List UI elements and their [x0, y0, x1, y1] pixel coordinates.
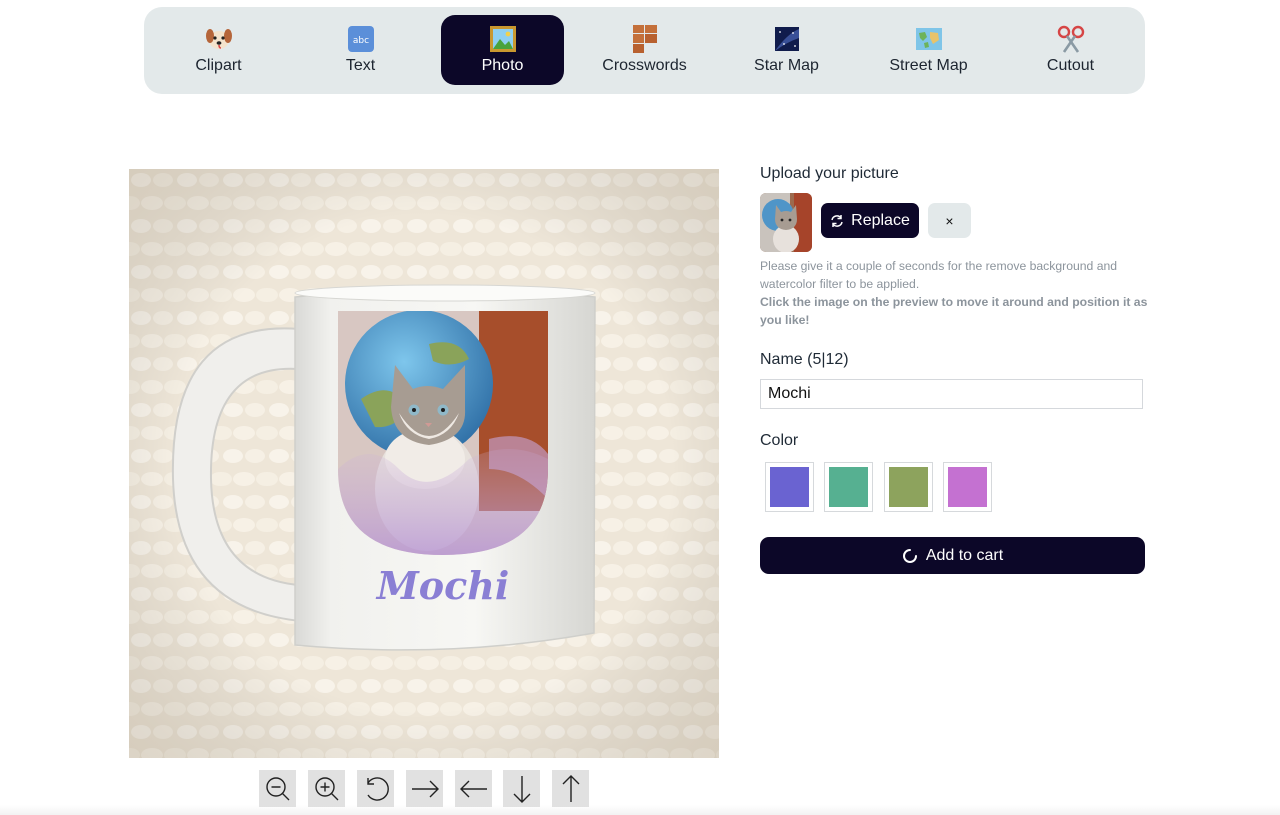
color-swatch-olive[interactable] [884, 462, 933, 512]
tab-label: Cutout [1046, 57, 1095, 74]
tab-clipart[interactable]: Clipart [157, 15, 280, 85]
design-type-tabs: Clipart abc Text Photo Crosswords Star M… [144, 7, 1145, 94]
color-swatch-teal[interactable] [824, 462, 873, 512]
abc-icon: abc [347, 26, 374, 52]
tab-label: Street Map [889, 57, 968, 74]
add-to-cart-button[interactable]: Add to cart [760, 537, 1145, 574]
bricks-icon [632, 25, 657, 53]
tab-label: Text [345, 57, 376, 74]
zoom-in-button[interactable] [308, 770, 345, 807]
move-up-button[interactable] [552, 770, 589, 807]
upload-note-bold: Click the image on the preview to move i… [760, 295, 1148, 327]
arrow-up-icon [562, 774, 579, 802]
tab-photo[interactable]: Photo [441, 15, 564, 85]
add-to-cart-label: Add to cart [925, 546, 1004, 564]
zoom-out-icon [265, 776, 289, 800]
tab-label: Star Map [754, 57, 819, 74]
move-down-button[interactable] [503, 770, 540, 807]
night-sky-icon [774, 27, 799, 51]
zoom-in-icon [314, 776, 338, 800]
uploaded-photo-print[interactable] [338, 310, 548, 557]
upload-note-text: Please give it a couple of seconds for t… [760, 259, 1118, 291]
world-map-icon [915, 28, 942, 50]
tab-cutout[interactable]: Cutout [1009, 15, 1132, 85]
upload-note: Please give it a couple of seconds for t… [760, 257, 1150, 329]
tab-label: Photo [481, 57, 524, 74]
remove-photo-button[interactable]: × [928, 203, 971, 238]
refresh-icon [831, 214, 843, 227]
scissors-icon [1057, 25, 1084, 53]
uploaded-photo-thumbnail [760, 193, 812, 252]
loading-spinner-icon [902, 548, 917, 563]
name-input[interactable] [760, 379, 1143, 409]
tab-crosswords[interactable]: Crosswords [583, 15, 706, 85]
replace-label: Replace [851, 211, 910, 229]
rotate-icon [366, 776, 389, 801]
tab-label: Clipart [195, 57, 242, 74]
svg-text:abc: abc [352, 36, 368, 46]
tab-street-map[interactable]: Street Map [867, 15, 990, 85]
move-left-button[interactable] [455, 770, 492, 807]
product-preview[interactable]: Mochi [129, 169, 719, 758]
color-swatch-purple[interactable] [765, 462, 814, 512]
tab-star-map[interactable]: Star Map [725, 15, 848, 85]
tab-label: Crosswords [602, 57, 687, 74]
mug-name-text: Mochi [375, 563, 510, 608]
color-swatch-orchid[interactable] [943, 462, 992, 512]
page-bottom-shadow [0, 805, 1280, 815]
arrow-down-icon [513, 775, 530, 803]
zoom-out-button[interactable] [259, 770, 296, 807]
arrow-right-icon [411, 780, 439, 797]
mug-mockup-image[interactable]: Mochi [129, 169, 719, 758]
rotate-button[interactable] [357, 770, 394, 807]
replace-button[interactable]: Replace [821, 203, 919, 238]
upload-title: Upload your picture [760, 165, 899, 182]
close-icon: × [945, 212, 954, 229]
name-label: Name (5|12) [760, 351, 849, 368]
dog-face-icon [205, 29, 232, 49]
color-label: Color [760, 432, 799, 449]
move-right-button[interactable] [406, 770, 443, 807]
tab-text[interactable]: abc Text [299, 15, 422, 85]
arrow-left-icon [459, 780, 487, 797]
framed-picture-icon [489, 26, 516, 52]
